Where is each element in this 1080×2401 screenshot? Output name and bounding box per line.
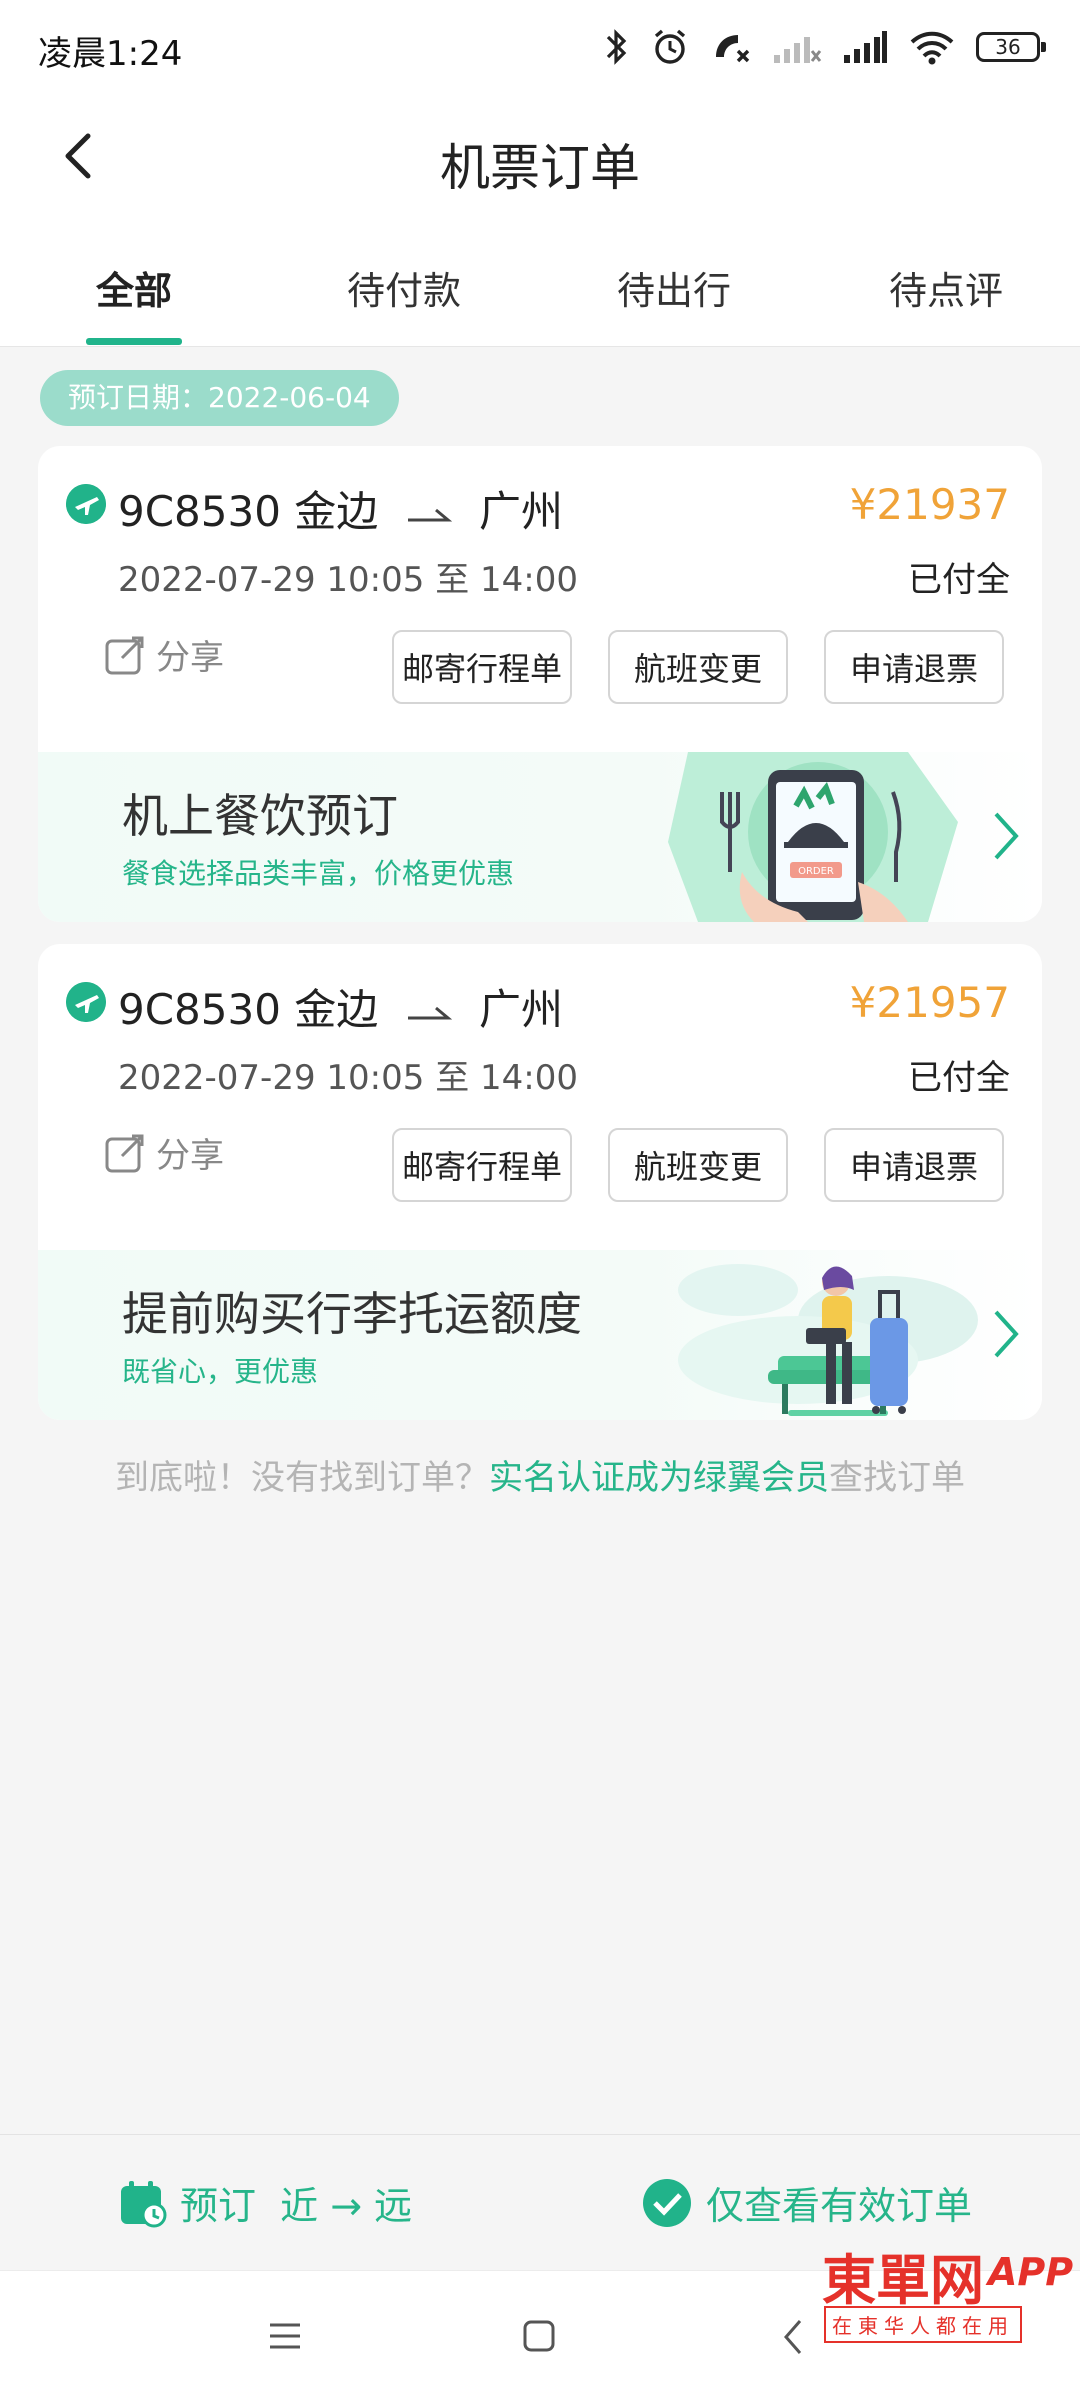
home-icon[interactable] xyxy=(522,2319,556,2353)
end-of-list-note: 到底啦！没有找到订单？实名认证成为绿翼会员查找订单 xyxy=(0,1450,1080,1499)
bluetooth-icon xyxy=(606,29,627,65)
departure-city: 金边 xyxy=(294,985,379,1034)
order-price: ¥21937 xyxy=(849,480,1010,529)
flight-datetime: 2022-07-29 10:05 至 14:00 xyxy=(118,1058,578,1098)
promo-subtitle: 餐食选择品类丰富，价格更优惠 xyxy=(122,857,515,890)
order-art-text: ORDER xyxy=(798,866,834,877)
alarm-icon xyxy=(654,29,686,64)
promo-title: 机上餐饮预订 xyxy=(122,789,398,843)
nav-back-icon[interactable] xyxy=(780,2317,806,2357)
arrival-city: 广州 xyxy=(479,985,564,1034)
flight-number: 9C8530 xyxy=(118,985,281,1034)
request-refund-button[interactable]: 申请退票 xyxy=(824,630,1004,704)
order-card[interactable]: 9C8530 金边 广州 ¥21957 2022-07-29 10:05 至 1… xyxy=(38,944,1042,1420)
baggage-promo-banner[interactable]: 提前购买行李托运额度 既省心，更优惠 xyxy=(38,1250,1042,1420)
status-time: 凌晨1:24 xyxy=(38,34,183,74)
flight-route: 9C8530 金边 广州 xyxy=(118,976,563,1037)
change-flight-button[interactable]: 航班变更 xyxy=(608,630,788,704)
flight-icon xyxy=(66,484,106,524)
meal-promo-banner[interactable]: 机上餐饮预订 餐食选择品类丰富，价格更优惠 ORDER xyxy=(38,752,1042,922)
tab-pending-review[interactable]: 待点评 xyxy=(846,260,1046,315)
status-icons: 36 xyxy=(602,22,1046,72)
route-arrow-icon xyxy=(407,1006,452,1019)
end-note-prefix: 到底啦！没有找到订单？ xyxy=(115,1458,489,1498)
meal-illustration: ORDER xyxy=(668,752,958,922)
share-button[interactable]: 分享 xyxy=(104,630,224,679)
tab-pending-payment[interactable]: 待付款 xyxy=(304,260,504,315)
call-blocked-icon xyxy=(716,35,750,63)
battery-level: 36 xyxy=(995,35,1021,59)
wifi-icon xyxy=(910,31,954,65)
departure-city: 金边 xyxy=(294,487,379,536)
valid-orders-filter[interactable]: 仅查看有效订单 xyxy=(642,2175,972,2230)
traveler-illustration xyxy=(678,1264,978,1416)
watermark-main-text: 東單网 xyxy=(822,2248,984,2312)
mail-itinerary-button[interactable]: 邮寄行程单 xyxy=(392,630,572,704)
share-label: 分享 xyxy=(156,638,224,678)
calendar-clock-icon xyxy=(121,2180,167,2227)
tab-pending-travel[interactable]: 待出行 xyxy=(574,260,774,315)
valid-orders-label: 仅查看有效订单 xyxy=(706,2184,973,2228)
watermark-logo: 東單网 APP 在東华人都在用 xyxy=(822,2236,1074,2400)
page-title: 机票订单 xyxy=(440,139,640,197)
arrival-city: 广州 xyxy=(479,487,564,536)
active-tab-indicator xyxy=(86,338,182,345)
payment-status: 已付全 xyxy=(908,1058,1010,1098)
request-refund-button[interactable]: 申请退票 xyxy=(824,1128,1004,1202)
share-icon xyxy=(105,636,144,674)
signal-weak-icon xyxy=(774,37,822,63)
share-icon xyxy=(105,1134,144,1172)
check-circle-icon xyxy=(643,2178,691,2227)
order-tabs: 全部 待付款 待出行 待点评 xyxy=(0,250,1080,346)
status-bar: 凌晨1:24 36 xyxy=(0,0,1080,96)
order-card[interactable]: 9C8530 金边 广州 ¥21937 2022-07-29 10:05 至 1… xyxy=(38,446,1042,922)
tab-all[interactable]: 全部 xyxy=(34,260,234,315)
flight-datetime: 2022-07-29 10:05 至 14:00 xyxy=(118,560,578,600)
payment-status: 已付全 xyxy=(908,560,1010,600)
flight-route: 9C8530 金边 广州 xyxy=(118,478,563,539)
share-button[interactable]: 分享 xyxy=(104,1128,224,1177)
share-label: 分享 xyxy=(156,1136,224,1176)
chevron-right-icon xyxy=(994,812,1019,860)
booking-date-label: 预订日期：2022-06-04 xyxy=(40,370,399,426)
promo-subtitle: 既省心，更优惠 xyxy=(122,1355,319,1388)
promo-title: 提前购买行李托运额度 xyxy=(122,1287,582,1341)
watermark-slogan: 在東华人都在用 xyxy=(824,2306,1022,2343)
change-flight-button[interactable]: 航班变更 xyxy=(608,1128,788,1202)
battery-icon: 36 xyxy=(976,32,1046,62)
end-note-suffix: 查找订单 xyxy=(829,1458,965,1498)
sort-label: 预订 近 → 远 xyxy=(180,2184,413,2228)
mail-itinerary-button[interactable]: 邮寄行程单 xyxy=(392,1128,572,1202)
flight-icon xyxy=(66,982,106,1022)
route-arrow-icon xyxy=(407,508,452,521)
chevron-right-icon xyxy=(994,1310,1019,1358)
watermark-app-text: APP xyxy=(988,2250,1074,2294)
sort-by-booking-date-button[interactable]: 预订 近 → 远 xyxy=(118,2175,412,2230)
order-price: ¥21957 xyxy=(849,978,1010,1027)
member-verification-link[interactable]: 实名认证成为绿翼会员 xyxy=(489,1458,829,1498)
flight-number: 9C8530 xyxy=(118,487,281,536)
signal-icon xyxy=(844,31,887,63)
menu-icon[interactable] xyxy=(268,2321,302,2351)
